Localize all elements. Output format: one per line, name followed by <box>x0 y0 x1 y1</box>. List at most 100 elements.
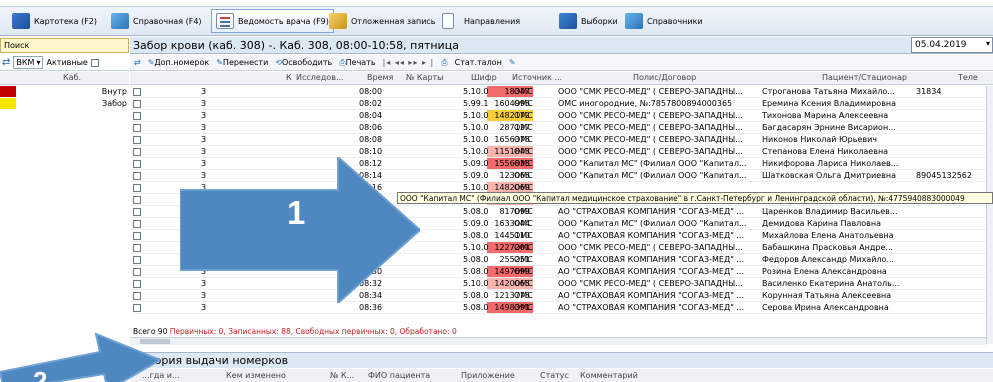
col-patient[interactable]: Пациент/Стационар <box>822 73 907 82</box>
hist-col-card[interactable]: № К... <box>330 371 354 380</box>
row-checkbox[interactable] <box>133 172 141 180</box>
doctor-sheet-button[interactable]: Ведомость врача (F9) <box>211 9 334 33</box>
hist-col-comment[interactable]: Комментарий <box>580 371 638 380</box>
row-checkbox[interactable] <box>133 220 141 228</box>
hist-col-changed-by[interactable]: Кем изменено <box>226 371 286 380</box>
table-row[interactable]: 18347 3 08:00 5.10.0 ОМС ООО "СМК РЕСО-МЕД" (… <box>130 86 986 98</box>
row-policy: ООО "СМК РЕСО-МЕД" ( СЕВЕРО-ЗАПАДНЫ... <box>558 135 743 144</box>
active-filter-checkbox[interactable] <box>90 58 99 67</box>
row-checkbox[interactable] <box>133 304 141 312</box>
row-checkbox[interactable] <box>133 160 141 168</box>
row-policy: ООО "СМК РЕСО-МЕД" ( СЕВЕРО-ЗАПАДНЫ... <box>558 147 743 156</box>
coupon-button[interactable]: Стат.талон <box>455 58 502 67</box>
move-button[interactable]: ✎Перенести <box>216 58 268 67</box>
hist-col-status[interactable]: Статус <box>540 371 569 380</box>
chevron-down-icon: ▾ <box>985 39 990 48</box>
row-checkbox[interactable] <box>133 268 141 276</box>
row-checkbox[interactable] <box>133 256 141 264</box>
col-source[interactable]: Источник ... <box>512 73 562 82</box>
row-checkbox[interactable] <box>133 232 141 240</box>
row-time: 08:08 <box>359 135 383 144</box>
row-checkbox[interactable] <box>133 280 141 288</box>
horizontal-scrollbar[interactable] <box>130 337 986 345</box>
row-policy: ОМС иногородние, №:7857800894000365 <box>558 99 733 108</box>
row-checkbox[interactable] <box>133 292 141 300</box>
hist-col-app[interactable]: Приложение <box>461 371 515 380</box>
chevron-down-icon: ▾ <box>36 58 41 67</box>
row-source: ОМС <box>514 267 533 276</box>
row-policy: АО "СТРАХОВАЯ КОМПАНИЯ "СОГАЗ-МЕД" ... <box>558 255 745 264</box>
row-patient: Никонов Николай Юрьевич <box>762 135 878 144</box>
row-source: ОМС <box>514 87 533 96</box>
room-list-item[interactable]: Внутр <box>0 86 129 97</box>
deferred-button[interactable]: Отложенная запись <box>329 10 436 32</box>
extra-number-button[interactable]: ✎Доп.номерок <box>148 58 210 67</box>
reference-button[interactable]: Справочная (F4) <box>111 10 202 32</box>
row-policy: ООО "СМК РЕСО-МЕД" ( СЕВЕРО-ЗАПАДНЫ... <box>558 279 743 288</box>
date-picker[interactable]: 05.04.2019 ▾ <box>911 37 993 53</box>
deferred-button-label: Отложенная запись <box>351 16 436 26</box>
row-patient: Степанова Елена Николаевна <box>762 147 889 156</box>
row-number: 3 <box>201 111 207 120</box>
room-filter-value: ВКМ <box>16 58 35 67</box>
directories-button[interactable]: Справочники <box>625 10 703 32</box>
free-button[interactable]: ⟲Освободить <box>275 58 332 67</box>
search-input[interactable]: Поиск <box>0 38 129 53</box>
col-research[interactable]: Исследов... <box>296 73 344 82</box>
table-row[interactable]: 1656376 3 08:08 5.10.0 ОМС ООО "СМК РЕСО-МЕД"… <box>130 134 986 146</box>
col-card[interactable]: № Карты <box>406 73 444 82</box>
left-col-kab: Каб. <box>63 73 82 82</box>
row-checkbox[interactable] <box>133 208 141 216</box>
print-button[interactable]: ⎙Печать <box>339 58 375 68</box>
row-checkbox[interactable] <box>133 124 141 132</box>
row-checkbox[interactable] <box>133 196 141 204</box>
refresh-icon[interactable]: ⇄ <box>134 58 141 67</box>
row-checkbox[interactable] <box>133 100 141 108</box>
row-checkbox[interactable] <box>133 112 141 120</box>
schedule-title: Забор крови (каб. 308) -. Каб. 308, 08:0… <box>133 39 459 52</box>
row-source: ОМС <box>514 303 533 312</box>
cards-button[interactable]: Картотека (F2) <box>12 10 97 32</box>
col-k[interactable]: К <box>286 73 292 82</box>
room-filter-combo[interactable]: ВКМ ▾ <box>13 56 44 69</box>
row-policy: ООО "СМК РЕСО-МЕД" ( СЕВЕРО-ЗАПАДНЫ... <box>558 111 743 120</box>
refresh-icon[interactable]: ⇄ <box>2 57 10 68</box>
table-row[interactable]: 1604996 3 08:02 5.99.1 ОМС ОМС иногородние, №… <box>130 98 986 110</box>
selections-button[interactable]: Выборки <box>559 10 618 32</box>
row-source: ОМС <box>514 207 533 216</box>
room-list-item[interactable]: Забор <box>0 98 129 109</box>
row-checkbox[interactable] <box>133 244 141 252</box>
col-cipher[interactable]: Шифр <box>471 73 497 82</box>
record-navigator[interactable]: |◂ ◂◂ ▸▸ ▸ | <box>383 58 435 67</box>
directories-icon <box>625 13 643 29</box>
row-checkbox[interactable] <box>133 136 141 144</box>
row-checkbox[interactable] <box>133 148 141 156</box>
pen-icon[interactable]: ✎ <box>509 58 516 67</box>
col-phone[interactable]: Теле <box>958 73 978 82</box>
room-color-swatch <box>0 98 16 109</box>
table-row[interactable]: 287127 3 08:06 5.10.0 ОМС ООО "СМК РЕСО-МЕД" … <box>130 122 986 134</box>
referrals-button[interactable]: Направления <box>442 10 520 32</box>
col-policy[interactable]: Полис/Договор <box>633 73 696 82</box>
row-patient: Корунная Татьяна Алексеевна <box>762 291 892 300</box>
row-checkbox[interactable] <box>133 88 141 96</box>
row-policy: ООО "Капитал МС" (Филиал ООО "Капитал... <box>558 159 747 168</box>
row-policy: ООО "Капитал МС" (Филиал ООО "Капитал... <box>558 219 747 228</box>
room-label: Забор <box>102 99 127 108</box>
row-cipher: 5.10.0 <box>463 279 489 288</box>
cards-icon <box>12 13 30 29</box>
col-time[interactable]: Время <box>367 73 393 82</box>
row-number: 3 <box>201 123 207 132</box>
reference-icon <box>111 13 129 29</box>
row-source: ОМС <box>514 159 533 168</box>
row-number: 3 <box>201 99 207 108</box>
row-number: 3 <box>201 87 207 96</box>
row-time: 08:04 <box>359 111 383 120</box>
row-number: 3 <box>201 147 207 156</box>
vertical-scrollbar[interactable] <box>986 86 993 344</box>
row-checkbox[interactable] <box>133 184 141 192</box>
row-time: 08:02 <box>359 99 383 108</box>
row-patient: Михайлова Елена Анатольевна <box>762 231 894 240</box>
table-row[interactable]: 1482172 3 08:04 5.10.0 ОМС ООО "СМК РЕСО-МЕД"… <box>130 110 986 122</box>
hist-col-patient[interactable]: ФИО пациента <box>368 371 430 380</box>
